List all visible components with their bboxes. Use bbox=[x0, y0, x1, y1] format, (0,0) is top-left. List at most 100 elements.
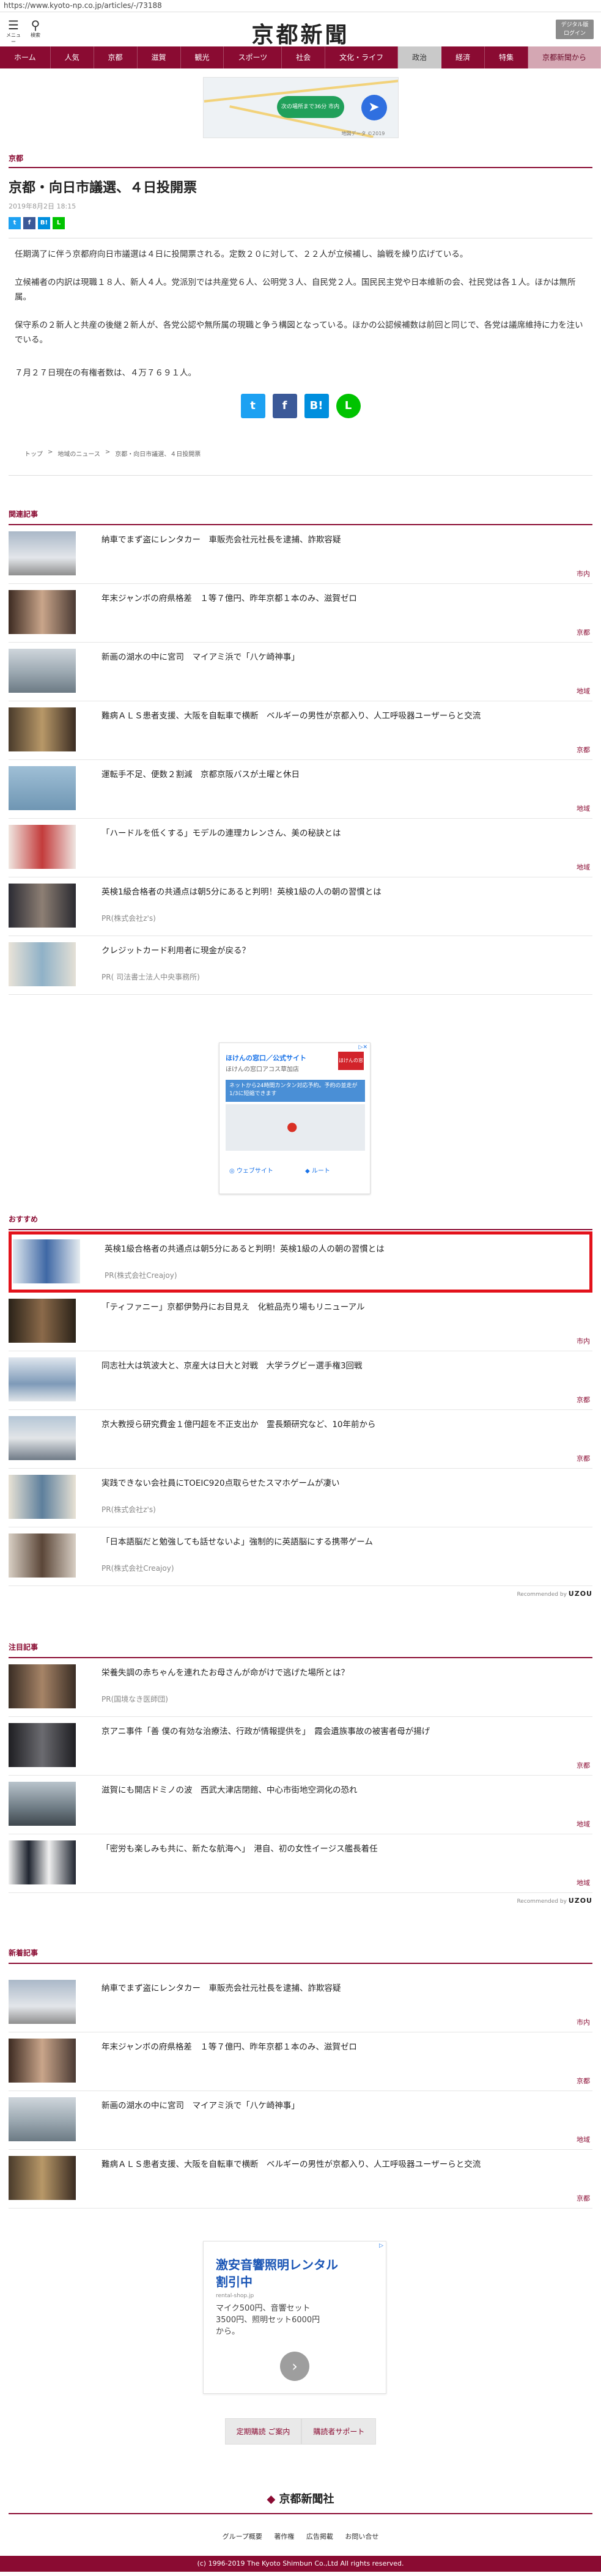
brand-badge: ほけんの窓口 bbox=[338, 1052, 364, 1082]
hatena-icon[interactable]: B! bbox=[304, 394, 329, 418]
url-bar[interactable]: https://www.kyoto-np.co.jp/articles/-/73… bbox=[0, 0, 601, 12]
breadcrumb-item[interactable]: 地域のニュース bbox=[57, 449, 100, 458]
thumbnail bbox=[9, 1840, 76, 1884]
subscription-info-button[interactable]: 定期購読 ご案内 bbox=[224, 2418, 302, 2445]
route-button[interactable]: ◆ ルート bbox=[305, 1165, 330, 1175]
article-date: 2019年8月2日 18:15 bbox=[9, 202, 76, 210]
related-heading: 関連記事 bbox=[9, 509, 592, 525]
thumbnail bbox=[9, 2156, 76, 2200]
nav-popular[interactable]: 人気 bbox=[51, 46, 94, 68]
footer-link[interactable]: グループ概要 bbox=[223, 2533, 262, 2541]
list-item[interactable]: 難病ＡＬＳ患者支援、大阪を自転車で横断 ベルギーの男性が京都入り、人工呼吸器ユー… bbox=[9, 2150, 592, 2209]
thumbnail bbox=[9, 1533, 76, 1578]
adchoices-icon[interactable]: ▷ bbox=[379, 2243, 383, 2249]
list-item[interactable]: 栄養失調の赤ちゃんを連れたお母さんが命がけで逃げた場所とは？ PR(国境なき医師団… bbox=[9, 1658, 592, 1717]
nav-features[interactable]: 特集 bbox=[485, 46, 529, 68]
site-header: ☰ メニュー ⚲ 検索 京都新聞 デジタル版 ログイン bbox=[0, 12, 601, 49]
nav-shiga[interactable]: 滋賀 bbox=[138, 46, 181, 68]
directions-icon[interactable]: ➤ bbox=[361, 95, 387, 120]
uzou-credit[interactable]: Recommended by UZOU bbox=[9, 1590, 592, 1598]
map-ad-route-pill[interactable]: 次の場所まで36分 市内 bbox=[276, 96, 344, 118]
facebook-icon[interactable]: f bbox=[272, 394, 297, 418]
latest-heading: 新着記事 bbox=[9, 1947, 592, 1964]
list-item[interactable]: 「ハードルを低くする」モデルの連理カレンさん、美の秘訣とは 地域 bbox=[9, 819, 592, 877]
list-item[interactable]: クレジットカード利用者に現金が戻る？ PR( 司法書士法人中央事務所) bbox=[9, 936, 592, 995]
list-item[interactable]: 英検1級合格者の共通点は朝5分にあると判明！英検1級の人の朝の習慣とは PR(株式… bbox=[9, 877, 592, 936]
thumbnail bbox=[9, 590, 76, 634]
nav-kyoto[interactable]: 京都 bbox=[94, 46, 138, 68]
thumbnail bbox=[9, 1782, 76, 1826]
list-item[interactable]: 「ティファニー」京都伊勢丹にお目見え 化粧品売り場もリニューアル 市内 bbox=[9, 1293, 592, 1351]
footer-link[interactable]: お問い合せ bbox=[345, 2533, 378, 2541]
footer-link[interactable]: 広告掲載 bbox=[306, 2533, 333, 2541]
list-item[interactable]: 納車でまず盗にレンタカー 車販売会社元社長を逮捕、詐欺容疑 市内 bbox=[9, 525, 592, 584]
attention-heading: 注目記事 bbox=[9, 1642, 592, 1658]
nav-society[interactable]: 社会 bbox=[282, 46, 326, 68]
article-paragraph: 保守系の２新人と共産の後継２新人が、各党公認や無所属の現職と争う構図となっている… bbox=[15, 320, 583, 345]
website-button[interactable]: ◎ ウェブサイト bbox=[229, 1165, 273, 1175]
list-item[interactable]: 納車でまず盗にレンタカー 車販売会社元社長を逮捕、詐欺容疑 市内 bbox=[9, 1974, 592, 2032]
list-item[interactable]: 実践できない会社員にTOEIC920点取らせたスマホゲームが凄い PR(株式会社z… bbox=[9, 1469, 592, 1527]
list-item[interactable]: 運転手不足、便数２割減 京都京阪バスが土曜と休日 地域 bbox=[9, 760, 592, 819]
route-icon: ◆ bbox=[305, 1168, 312, 1175]
article-title: 京都・向日市議選、４日投開票 bbox=[9, 180, 197, 196]
adchoices-icon[interactable]: ▷✕ bbox=[359, 1044, 367, 1050]
list-item[interactable]: 京アニ事件「善 僕の有効な治療法、行政が情報提供を」 霞会遺族事故の被害者母が揚… bbox=[9, 1717, 592, 1776]
thumbnail bbox=[9, 531, 76, 575]
nav-tourism[interactable]: 観光 bbox=[181, 46, 224, 68]
thumbnail bbox=[9, 1299, 76, 1343]
thumbnail bbox=[9, 2039, 76, 2083]
thumbnail bbox=[9, 1475, 76, 1519]
recommend-section: おすすめ 英検1級合格者の共通点は朝5分にあると判明！英検1級の人の朝の習慣とは… bbox=[9, 1214, 592, 1598]
breadcrumb-item[interactable]: トップ bbox=[24, 449, 43, 458]
list-item-highlighted[interactable]: 英検1級合格者の共通点は朝5分にあると判明！英検1級の人の朝の習慣とは PR(株式… bbox=[9, 1231, 592, 1293]
article-section: 京都 京都・向日市議選、４日投開票 2019年8月2日 18:15 t f B!… bbox=[9, 153, 592, 476]
article-body: 任期満了に伴う京都府向日市議選は４日に投開票される。定数２０に対して、２２人が立… bbox=[9, 238, 592, 476]
hatena-icon[interactable]: B! bbox=[38, 217, 50, 229]
site-logo[interactable]: 京都新聞 bbox=[0, 17, 601, 49]
facebook-icon[interactable]: f bbox=[23, 217, 35, 229]
article-paragraph: 任期満了に伴う京都府向日市議選は４日に投開票される。定数２０に対して、２２人が立… bbox=[15, 249, 468, 259]
nav-politics[interactable]: 政治 bbox=[398, 46, 442, 68]
uzou-credit[interactable]: Recommended by UZOU bbox=[9, 1897, 592, 1905]
list-item[interactable]: 新画の湖水の中に宮司 マイアミ浜で「八ケ崎神事」 地域 bbox=[9, 643, 592, 701]
list-item[interactable]: 「密労も楽しみも共に、新たな航海へ」 港自、初の女性イージス艦長着任 地域 bbox=[9, 1834, 592, 1893]
thumbnail bbox=[9, 707, 76, 751]
map-attribution: 地図データ ©2019 bbox=[341, 131, 385, 136]
share-big-bar: t f B! L bbox=[15, 394, 586, 418]
list-item[interactable]: 年末ジャンボの府県格差 １等７億円、昨年京都１本のみ、滋賀ゼロ 京都 bbox=[9, 2032, 592, 2091]
recommend-heading: おすすめ bbox=[9, 1214, 592, 1230]
line-icon[interactable]: L bbox=[336, 394, 361, 418]
twitter-icon[interactable]: t bbox=[240, 394, 265, 418]
map-ad[interactable]: 次の場所まで36分 市内 ➤ 地図データ ©2019 bbox=[202, 77, 399, 138]
nav-from-kyoto-shimbun[interactable]: 京都新聞から bbox=[528, 46, 601, 68]
digital-login-button[interactable]: デジタル版 ログイン bbox=[556, 20, 594, 39]
list-item[interactable]: 京大教授ら研究費金１億円超を不正支出か 霊長類研究など、10年前から 京都 bbox=[9, 1410, 592, 1469]
nav-home[interactable]: ホーム bbox=[0, 46, 51, 68]
twitter-icon[interactable]: t bbox=[9, 217, 21, 229]
insurance-ad[interactable]: ▷✕ ほけんの窓口／公式サイト ほけんの窓口アコス草加店 ほけんの窓口 ネットか… bbox=[219, 1043, 371, 1194]
nav-economy[interactable]: 経済 bbox=[441, 46, 485, 68]
footer-link[interactable]: 著作権 bbox=[274, 2533, 294, 2541]
article-paragraph: 立候補者の内訳は現職１８人、新人４人。党派別では共産党６人、公明党３人、自民党２… bbox=[15, 278, 576, 302]
nav-sports[interactable]: スポーツ bbox=[224, 46, 282, 68]
list-item[interactable]: 年末ジャンボの府県格差 １等７億円、昨年京都１本のみ、滋賀ゼロ 京都 bbox=[9, 584, 592, 643]
list-item[interactable]: 難病ＡＬＳ患者支援、大阪を自転車で横断 ベルギーの男性が京都入り、人工呼吸器ユー… bbox=[9, 701, 592, 760]
attention-section: 注目記事 栄養失調の赤ちゃんを連れたお母さんが命がけで逃げた場所とは？ PR(国境… bbox=[9, 1642, 592, 1905]
line-icon[interactable]: L bbox=[53, 217, 65, 229]
company-mark-icon: ◆ bbox=[267, 2493, 279, 2506]
list-item[interactable]: 新画の湖水の中に宮司 マイアミ浜で「八ケ崎神事」 地域 bbox=[9, 2091, 592, 2150]
subscriber-support-button[interactable]: 購読者サポート bbox=[301, 2418, 377, 2445]
map-thumbnail[interactable]: ● bbox=[226, 1104, 365, 1151]
share-mini-bar: t f B! L bbox=[9, 217, 592, 229]
list-item[interactable]: 「日本語脳だと勉強しても話せないよ」強制的に英語脳にする携帯ゲーム PR(株式会社… bbox=[9, 1527, 592, 1586]
rental-ad[interactable]: ▷ 激安音響照明レンタル 割引中 rental-shop.jp マイク500円、… bbox=[203, 2241, 386, 2394]
map-pin-icon: ● bbox=[287, 1119, 298, 1134]
thumbnail bbox=[9, 2097, 76, 2141]
list-item[interactable]: 滋賀にも開店ドミノの波 西武大津店閉館、中心市街地空洞化の恐れ 地域 bbox=[9, 1776, 592, 1834]
footer-logo[interactable]: ◆ 京都新聞社 bbox=[0, 2490, 601, 2506]
thumbnail bbox=[9, 1723, 76, 1767]
list-item[interactable]: 同志社大は筑波大と、京産大は日大と対戦 大学ラグビー選手権3回戦 京都 bbox=[9, 1351, 592, 1410]
chevron-right-icon[interactable]: › bbox=[280, 2352, 309, 2381]
nav-culture[interactable]: 文化・ライフ bbox=[325, 46, 399, 68]
